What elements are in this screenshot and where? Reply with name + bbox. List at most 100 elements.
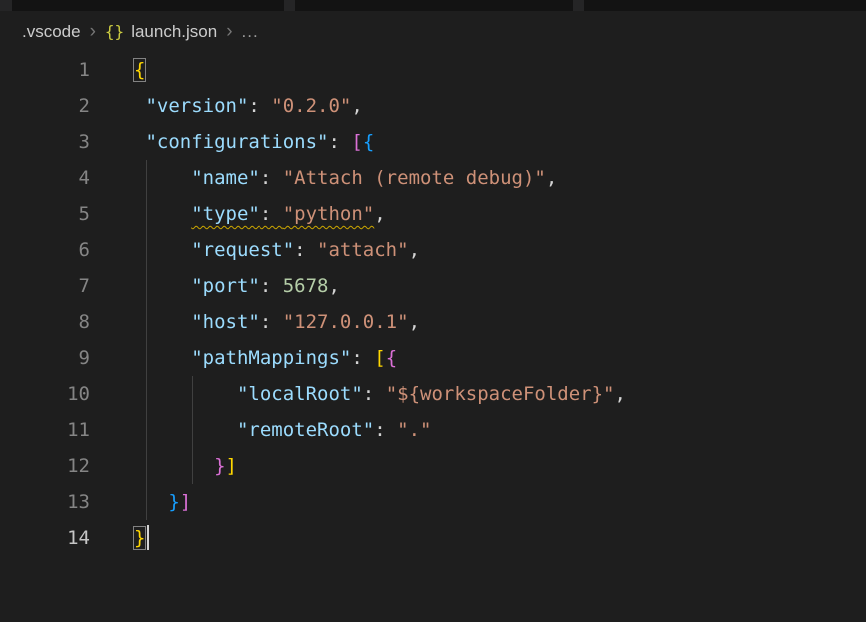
token: "Attach (remote debug)" xyxy=(283,167,546,189)
code-line[interactable]: 5 "type": "python", xyxy=(0,196,866,232)
token: "pathMappings" xyxy=(191,347,351,369)
code-line[interactable]: 1{ xyxy=(0,52,866,88)
token: 5678 xyxy=(283,275,329,297)
token: } xyxy=(214,455,225,477)
tab-bottom-edge[interactable] xyxy=(12,0,284,11)
line-number: 7 xyxy=(0,268,90,304)
token: : xyxy=(374,419,397,441)
token: : xyxy=(248,95,271,117)
code-lines: 1{2 "version": "0.2.0",3 "configurations… xyxy=(0,52,866,556)
code-line[interactable]: 14} xyxy=(0,520,866,556)
token: , xyxy=(614,383,625,405)
code-line[interactable]: 8 "host": "127.0.0.1", xyxy=(0,304,866,340)
breadcrumb: .vscode › {} launch.json › ... xyxy=(0,11,866,52)
line-number: 6 xyxy=(0,232,90,268)
breadcrumb-file[interactable]: {} launch.json xyxy=(105,22,217,42)
code-line[interactable]: 3 "configurations": [{ xyxy=(0,124,866,160)
token: "remoteRoot" xyxy=(237,419,374,441)
line-content: "remoteRoot": "." xyxy=(134,412,431,448)
line-number: 14 xyxy=(0,520,90,556)
token xyxy=(134,239,191,261)
vscode-editor-window: .vscode › {} launch.json › ... 1{2 "vers… xyxy=(0,0,866,622)
line-number: 13 xyxy=(0,484,90,520)
indent-guide xyxy=(146,160,147,520)
token xyxy=(134,311,191,333)
line-number: 4 xyxy=(0,160,90,196)
token: : xyxy=(260,167,283,189)
token: { xyxy=(363,131,374,153)
token: , xyxy=(329,275,340,297)
token: , xyxy=(374,203,385,225)
line-number: 2 xyxy=(0,88,90,124)
chevron-right-icon: › xyxy=(90,21,96,43)
line-content: "name": "Attach (remote debug)", xyxy=(134,160,557,196)
line-content: { xyxy=(134,52,145,88)
line-number: 8 xyxy=(0,304,90,340)
token xyxy=(134,383,237,405)
code-line[interactable]: 4 "name": "Attach (remote debug)", xyxy=(0,160,866,196)
token: ] xyxy=(180,491,191,513)
line-content: "pathMappings": [{ xyxy=(134,340,397,376)
text-cursor xyxy=(147,525,149,550)
tab-bottom-edge[interactable] xyxy=(295,0,573,11)
token: "attach" xyxy=(317,239,409,261)
line-content: "port": 5678, xyxy=(134,268,340,304)
token: : xyxy=(363,383,386,405)
line-content: "localRoot": "${workspaceFolder}", xyxy=(134,376,626,412)
token: "." xyxy=(397,419,431,441)
token xyxy=(134,419,237,441)
token xyxy=(134,491,168,513)
token: "type" xyxy=(191,203,260,225)
code-line[interactable]: 7 "port": 5678, xyxy=(0,268,866,304)
json-braces-icon: {} xyxy=(105,22,124,41)
code-line[interactable]: 2 "version": "0.2.0", xyxy=(0,88,866,124)
tab-bottom-edge[interactable] xyxy=(584,0,866,11)
line-number: 3 xyxy=(0,124,90,160)
token: : xyxy=(260,203,283,225)
line-number: 9 xyxy=(0,340,90,376)
token xyxy=(134,167,191,189)
code-line[interactable]: 6 "request": "attach", xyxy=(0,232,866,268)
breadcrumb-symbol-overflow[interactable]: ... xyxy=(242,22,259,42)
line-number: 1 xyxy=(0,52,90,88)
matched-bracket: } xyxy=(134,527,145,549)
code-line[interactable]: 10 "localRoot": "${workspaceFolder}", xyxy=(0,376,866,412)
code-line[interactable]: 9 "pathMappings": [{ xyxy=(0,340,866,376)
chevron-right-icon: › xyxy=(226,21,232,43)
code-line[interactable]: 13 }] xyxy=(0,484,866,520)
token: "name" xyxy=(191,167,260,189)
code-line[interactable]: 11 "remoteRoot": "." xyxy=(0,412,866,448)
line-content: }] xyxy=(134,448,237,484)
code-line[interactable]: 12 }] xyxy=(0,448,866,484)
line-content: "host": "127.0.0.1", xyxy=(134,304,420,340)
token xyxy=(134,203,191,225)
token xyxy=(134,131,145,153)
tab-bar-strip xyxy=(0,0,866,11)
token xyxy=(134,347,191,369)
line-content: "configurations": [{ xyxy=(134,124,374,160)
token: "port" xyxy=(191,275,260,297)
token xyxy=(134,95,145,117)
token: "${workspaceFolder}" xyxy=(386,383,615,405)
token: "request" xyxy=(191,239,294,261)
token: } xyxy=(168,491,179,513)
token: "version" xyxy=(145,95,248,117)
indent-guide xyxy=(192,376,193,484)
breadcrumb-folder[interactable]: .vscode xyxy=(22,22,81,42)
matched-bracket: { xyxy=(134,59,145,81)
line-number: 5 xyxy=(0,196,90,232)
token: "host" xyxy=(191,311,260,333)
token: [ xyxy=(351,131,362,153)
token: { xyxy=(386,347,397,369)
token: "0.2.0" xyxy=(271,95,351,117)
token: "localRoot" xyxy=(237,383,363,405)
token: , xyxy=(351,95,362,117)
token: : xyxy=(260,311,283,333)
token: , xyxy=(409,311,420,333)
token: "configurations" xyxy=(145,131,328,153)
editor: 1{2 "version": "0.2.0",3 "configurations… xyxy=(0,52,866,622)
token: : xyxy=(294,239,317,261)
line-content: } xyxy=(134,520,149,556)
token: , xyxy=(546,167,557,189)
line-content: }] xyxy=(134,484,191,520)
